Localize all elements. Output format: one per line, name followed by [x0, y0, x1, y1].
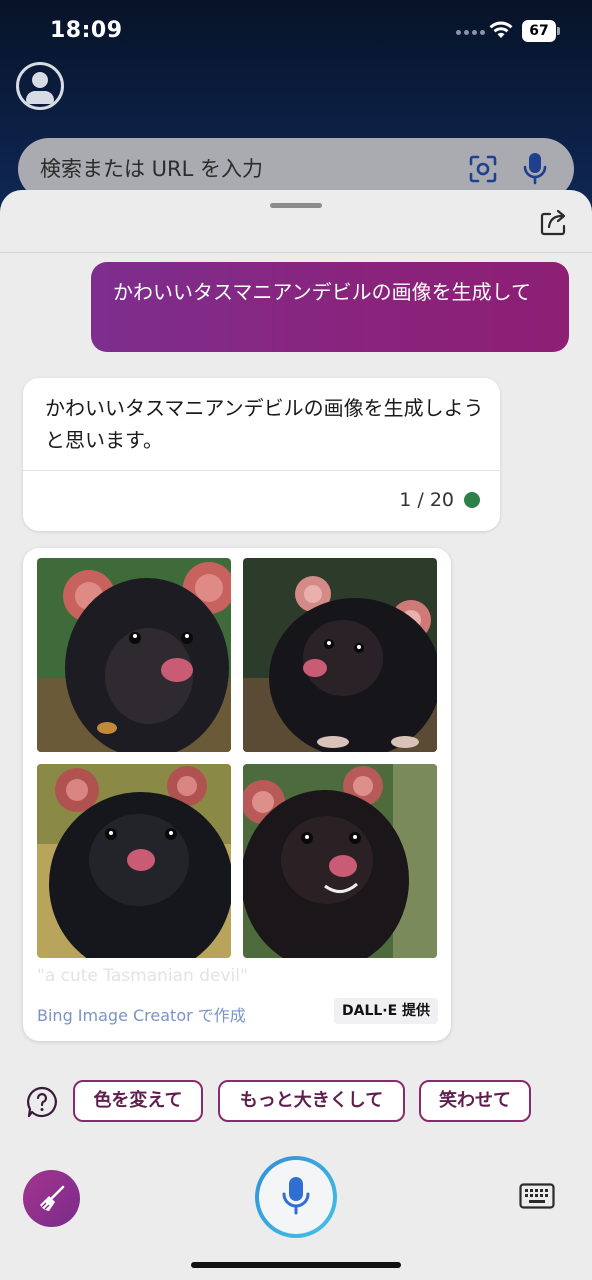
- search-input[interactable]: [40, 155, 440, 183]
- image-prompt-caption: "a cute Tasmanian devil": [37, 966, 248, 986]
- user-message: かわいいタスマニアンデビルの画像を生成して: [91, 262, 569, 352]
- share-icon[interactable]: [538, 206, 570, 238]
- help-bubble-icon[interactable]: [26, 1086, 58, 1118]
- sheet-grabber[interactable]: [270, 203, 322, 208]
- generated-image[interactable]: [37, 764, 231, 958]
- bot-message: かわいいタスマニアンデビルの画像を生成しようと思います。 1 / 20: [23, 378, 500, 531]
- status-time: 18:09: [50, 18, 123, 43]
- image-creator-link[interactable]: Bing Image Creator で作成: [37, 1002, 246, 1026]
- new-topic-button[interactable]: [23, 1170, 80, 1227]
- bot-message-divider: [23, 470, 500, 471]
- status-dot: [464, 492, 480, 508]
- generated-image[interactable]: [243, 764, 437, 958]
- home-indicator: [191, 1262, 401, 1268]
- cellular-signal-icon: [456, 30, 485, 35]
- avatar-icon[interactable]: [16, 62, 64, 110]
- microphone-icon[interactable]: [523, 152, 547, 186]
- chat-sheet: かわいいタスマニアンデビルの画像を生成して かわいいタスマニアンデビルの画像を生…: [0, 190, 592, 1280]
- turn-counter: 1 / 20: [399, 489, 454, 511]
- suggestion-chip[interactable]: 色を変えて: [73, 1080, 203, 1122]
- voice-input-button[interactable]: [255, 1156, 337, 1238]
- wifi-icon: [489, 21, 513, 38]
- generated-image[interactable]: [37, 558, 231, 752]
- provider-badge: DALL·E 提供: [334, 998, 439, 1024]
- battery-icon: 67: [522, 20, 560, 42]
- suggestion-chip[interactable]: 笑わせて: [419, 1080, 531, 1122]
- broom-icon: [40, 1185, 65, 1211]
- microphone-icon: [282, 1177, 310, 1215]
- keyboard-icon[interactable]: [519, 1183, 555, 1209]
- generated-image[interactable]: [243, 558, 437, 752]
- visual-search-icon[interactable]: [468, 154, 498, 184]
- bot-message-text: かわいいタスマニアンデビルの画像を生成しようと思います。: [45, 396, 484, 452]
- image-result-card: "a cute Tasmanian devil" Bing Image Crea…: [23, 548, 451, 1041]
- sheet-divider: [0, 252, 592, 253]
- suggestion-chip[interactable]: もっと大きくして: [218, 1080, 405, 1122]
- status-bar: 18:09 67: [0, 0, 592, 64]
- battery-level: 67: [522, 20, 556, 42]
